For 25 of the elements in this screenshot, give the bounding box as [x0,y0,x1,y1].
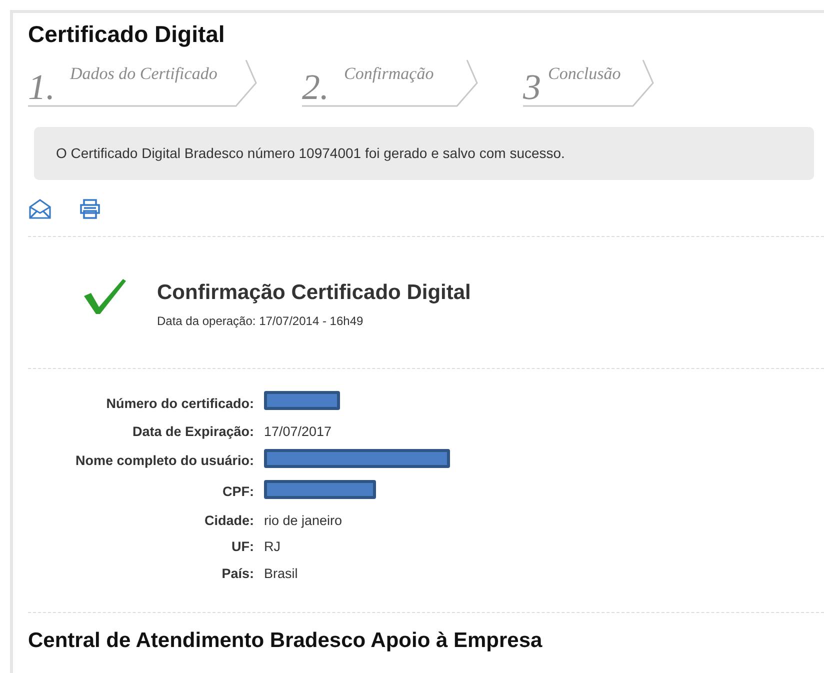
field-label: País: [220,564,254,583]
step-number: 2. [302,68,329,105]
field-value: Brasil [264,566,298,581]
field-label: Número do certificado: [105,394,254,413]
page-title: Certificado Digital [28,21,226,49]
field-label: Cidade: [203,512,254,530]
field-value: 17/07/2017 [264,424,332,440]
checkmark-icon [83,276,127,315]
field-label: CPF: [222,483,254,502]
email-icon[interactable] [28,198,52,220]
field-value: RJ [264,539,280,554]
field-label: Nome completo do usuário: [74,452,254,470]
field-label: Data de Expiração: [131,423,254,442]
step-label: Conclusão [548,62,621,85]
step-label: Dados do Certificado [70,62,218,85]
field-value: rio de janeiro [264,513,342,528]
section-heading: Central de Atendimento Bradesco Apoio à Empresa [28,628,544,654]
print-icon[interactable] [78,198,102,220]
field-label: UF: [230,538,254,556]
operation-date: Data da operação: 17/07/2014 - 16h49 [157,313,364,330]
confirmation-title: Confirmação Certificado Digital [157,280,471,306]
success-alert: O Certificado Digital Bradesco número 10974001 foi gerado e salvo com sucesso. [34,126,814,180]
step-label: Confirmação [344,62,434,85]
step-number: 1. [28,68,55,105]
step-number: 3 [523,68,541,105]
